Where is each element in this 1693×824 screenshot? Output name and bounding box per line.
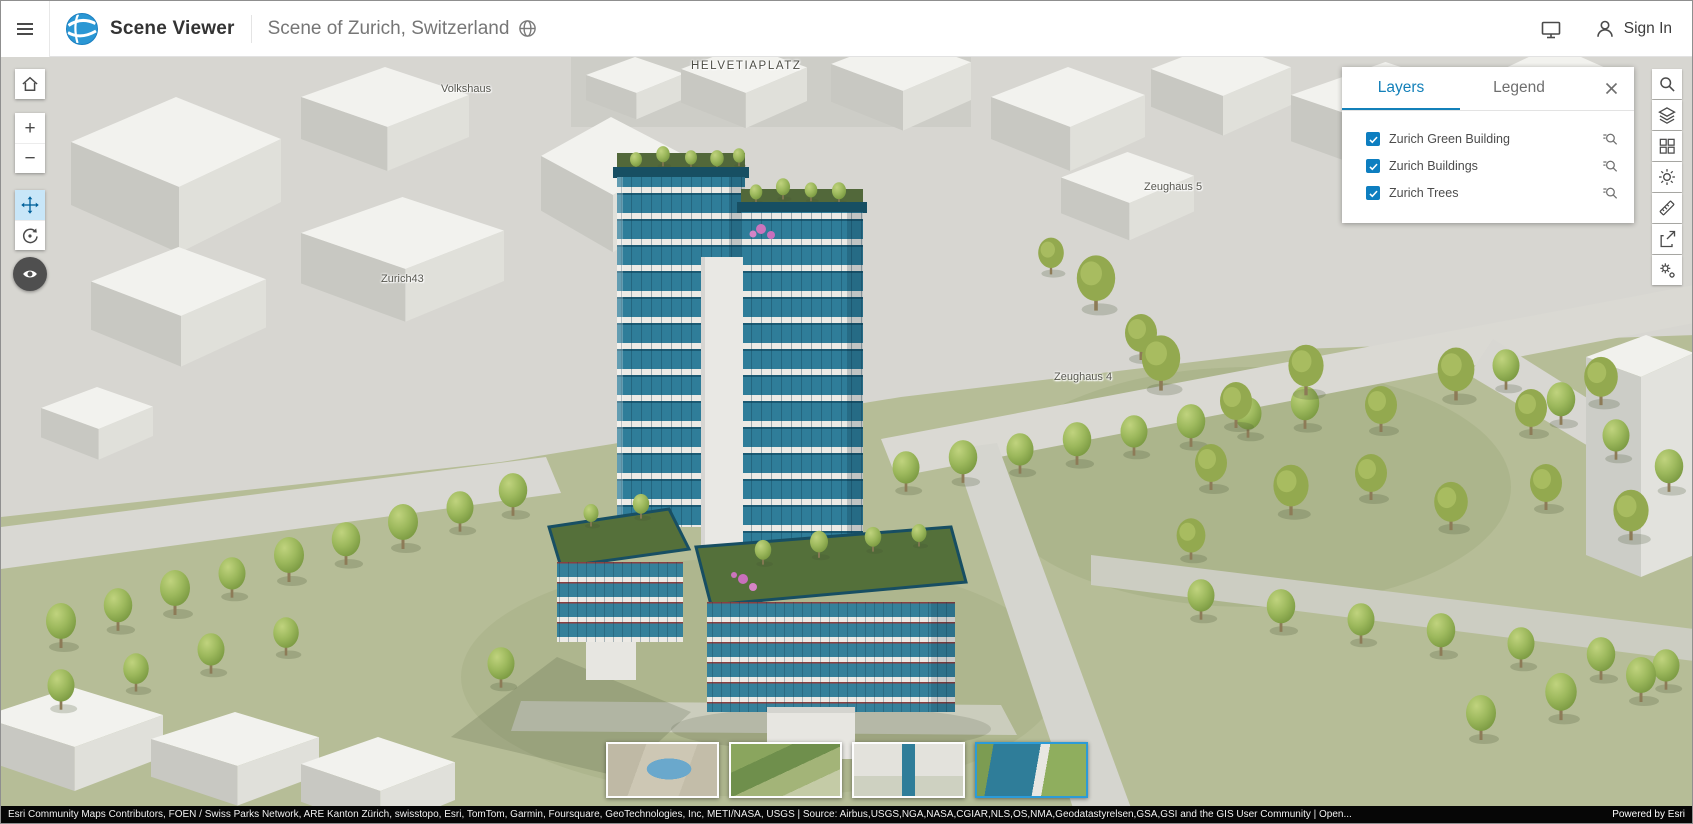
layer-label: Zurich Buildings: [1389, 159, 1478, 173]
minus-icon: −: [24, 148, 36, 169]
menu-button[interactable]: [1, 1, 49, 57]
layer-label: Zurich Trees: [1389, 186, 1459, 200]
daylight-button[interactable]: [1652, 162, 1682, 192]
layers-panel: Layers Legend Zurich Green Building Zuri…: [1342, 67, 1634, 223]
rotate-icon: [20, 226, 40, 246]
zoom-in-button[interactable]: +: [15, 113, 45, 143]
sun-icon: [1657, 167, 1677, 187]
app-title: Scene Viewer: [110, 17, 235, 39]
zoom-to-layer-icon[interactable]: [1602, 185, 1618, 201]
powered-by-esri[interactable]: Powered by Esri: [1612, 809, 1685, 820]
measure-button[interactable]: [1652, 193, 1682, 223]
top-bar: Scene Viewer Scene of Zurich, Switzerlan…: [1, 1, 1692, 57]
user-icon: [1593, 17, 1617, 41]
slide-thumbnail-1[interactable]: [605, 742, 719, 798]
plus-icon: +: [24, 117, 36, 139]
home-button[interactable]: [15, 69, 45, 99]
panel-close-button[interactable]: [1588, 67, 1634, 110]
zoom-controls: + −: [15, 113, 45, 173]
share-button[interactable]: [1652, 224, 1682, 254]
sign-in-label: Sign In: [1623, 19, 1672, 37]
pan-rotate-controls: [15, 190, 45, 250]
rotate-tool-button[interactable]: [15, 220, 45, 250]
measure-ruler-icon: [1657, 198, 1677, 218]
layer-checkbox-checked[interactable]: [1366, 159, 1380, 173]
layer-row-buildings[interactable]: Zurich Buildings: [1366, 158, 1618, 174]
slides-strip: [605, 742, 1088, 798]
zoom-out-button[interactable]: −: [15, 143, 45, 173]
eye-view-button[interactable]: [13, 257, 47, 291]
tab-legend[interactable]: Legend: [1460, 67, 1578, 110]
slide-thumbnail-2[interactable]: [728, 742, 842, 798]
slide-thumbnail-3[interactable]: [851, 742, 965, 798]
layer-row-green-building[interactable]: Zurich Green Building: [1366, 131, 1618, 147]
esri-logo-icon: [65, 12, 99, 46]
monitor-icon: [1539, 17, 1563, 41]
title-divider: [250, 14, 252, 43]
layer-checkbox-checked[interactable]: [1366, 186, 1380, 200]
sign-in-button[interactable]: Sign In: [1593, 17, 1672, 41]
layers-icon: [1657, 105, 1677, 125]
zoom-to-layer-icon[interactable]: [1602, 158, 1618, 174]
zoom-to-layer-icon[interactable]: [1602, 131, 1618, 147]
attribution-bar: Esri Community Maps Contributors, FOEN /…: [1, 806, 1692, 823]
basemap-button[interactable]: [1652, 131, 1682, 161]
gear-icon: [1657, 260, 1677, 280]
scene-tools: [1652, 69, 1682, 285]
search-icon: [1657, 74, 1677, 94]
globe-icon: [518, 19, 537, 38]
search-button[interactable]: [1652, 69, 1682, 99]
home-icon: [20, 74, 40, 94]
close-icon: [1604, 81, 1619, 96]
scene-title: Scene of Zurich, Switzerland: [267, 17, 510, 39]
layers-button[interactable]: [1652, 100, 1682, 130]
scene-viewer-app: Scene Viewer Scene of Zurich, Switzerlan…: [0, 0, 1693, 824]
layers-list: Zurich Green Building Zurich Buildings Z…: [1342, 111, 1634, 223]
layers-panel-tabs: Layers Legend: [1342, 67, 1634, 111]
layer-label: Zurich Green Building: [1389, 132, 1510, 146]
attribution-text[interactable]: Esri Community Maps Contributors, FOEN /…: [8, 809, 1598, 820]
pan-arrows-icon: [20, 195, 40, 215]
layer-row-trees[interactable]: Zurich Trees: [1366, 185, 1618, 201]
header-divider: [49, 1, 50, 57]
slide-thumbnail-4[interactable]: [974, 742, 1088, 798]
share-icon: [1657, 229, 1677, 249]
presentation-button[interactable]: [1533, 11, 1569, 47]
pan-tool-button[interactable]: [15, 190, 45, 220]
basemap-grid-icon: [1657, 136, 1677, 156]
tab-layers[interactable]: Layers: [1342, 67, 1460, 110]
eye-icon: [19, 263, 41, 285]
hamburger-icon: [15, 19, 35, 39]
scene-properties-button[interactable]: [518, 19, 537, 38]
layer-checkbox-checked[interactable]: [1366, 132, 1380, 146]
scene-view[interactable]: HELVETIAPLATZ Volkshaus Zurich43 Zeughau…: [1, 57, 1692, 806]
settings-button[interactable]: [1652, 255, 1682, 285]
